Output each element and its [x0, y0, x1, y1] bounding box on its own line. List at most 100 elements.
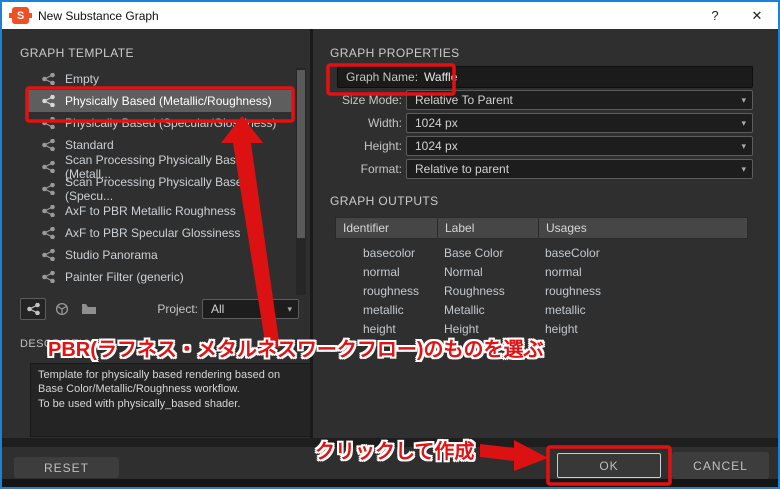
- panel-divider: [310, 29, 313, 446]
- cell-usages: metallic: [545, 302, 586, 317]
- folder-icon: [82, 304, 96, 314]
- height-label: Height:: [363, 139, 402, 153]
- bottom-strip: [2, 479, 778, 487]
- graph-node-icon: [42, 161, 55, 173]
- template-item-label: Physically Based (Specular/Glossiness): [65, 116, 277, 130]
- cell-label: Base Color: [444, 245, 504, 260]
- template-item-label: Studio Panorama: [65, 248, 158, 262]
- width-dropdown[interactable]: 1024 px ▾: [406, 113, 753, 133]
- graph-template-header: GRAPH TEMPLATE: [20, 46, 134, 60]
- table-row[interactable]: basecolor Base Color baseColor: [335, 243, 748, 262]
- template-item-label: Empty: [65, 72, 100, 86]
- graph-name-field[interactable]: Graph Name: Waffle: [337, 66, 753, 88]
- reset-button[interactable]: RESET: [14, 457, 119, 478]
- template-item-axf-metallic[interactable]: AxF to PBR Metallic Roughness: [26, 200, 294, 222]
- chevron-down-icon: ▾: [287, 303, 292, 314]
- ok-button[interactable]: OK: [557, 453, 661, 478]
- outputs-table: Identifier Label Usages basecolor Base Co…: [335, 217, 748, 338]
- template-item-pbr-metallic-roughness[interactable]: Physically Based (Metallic/Roughness): [26, 90, 294, 112]
- width-value: 1024 px: [415, 116, 458, 130]
- graph-name-value: Waffle: [424, 70, 458, 84]
- template-item-label: Painter Filter (generic): [65, 270, 184, 284]
- help-button[interactable]: ?: [694, 8, 736, 23]
- graph-name-label: Graph Name:: [346, 70, 419, 84]
- cell-identifier: basecolor: [363, 245, 416, 260]
- close-button[interactable]: ✕: [736, 8, 778, 24]
- graph-node-icon: [42, 249, 55, 261]
- graph-outputs-header: GRAPH OUTPUTS: [330, 194, 439, 208]
- cell-usages: normal: [545, 264, 582, 279]
- outputs-table-body: basecolor Base Color baseColor normal Norma…: [335, 239, 748, 338]
- outputs-table-header: Identifier Label Usages: [335, 217, 748, 239]
- table-row[interactable]: roughness Roughness roughness: [335, 281, 748, 300]
- description-line: Base Color/Metallic/Roughness workflow.: [38, 383, 240, 396]
- graph-node-icon: [26, 303, 40, 315]
- chevron-down-icon: ▾: [741, 163, 746, 174]
- format-label: Format:: [360, 162, 402, 176]
- graph-node-icon: [42, 205, 55, 217]
- column-label: Label: [438, 218, 539, 238]
- graph-node-icon: [42, 139, 55, 151]
- column-usages: Usages: [546, 221, 587, 235]
- template-item-scan-specular[interactable]: Scan Processing Physically Based (Specu.…: [26, 175, 294, 203]
- cell-usages: roughness: [545, 283, 602, 298]
- description-line: Template for physically based rendering …: [38, 369, 281, 381]
- template-item-label: Physically Based (Metallic/Roughness): [65, 94, 272, 108]
- cell-identifier: roughness: [363, 283, 420, 298]
- filter-packages-button[interactable]: [49, 298, 75, 320]
- size-mode-dropdown[interactable]: Relative To Parent ▾: [406, 90, 753, 110]
- graph-node-icon: [42, 271, 55, 283]
- cancel-button[interactable]: CANCEL: [672, 452, 769, 479]
- substance-app-icon: S: [9, 7, 32, 24]
- chevron-down-icon: ▾: [741, 117, 746, 128]
- template-item-empty[interactable]: Empty: [26, 68, 294, 90]
- graph-node-icon: [42, 73, 55, 85]
- width-label: Width:: [367, 116, 402, 130]
- graph-properties-header: GRAPH PROPERTIES: [330, 46, 460, 60]
- template-item-axf-specular[interactable]: AxF to PBR Specular Glossiness: [26, 222, 294, 244]
- cell-label: Metallic: [444, 302, 485, 317]
- cell-label: Normal: [444, 264, 483, 279]
- filter-graphs-button[interactable]: [20, 298, 46, 320]
- description-line: To be used with physically_based shader.: [38, 397, 241, 410]
- chevron-down-icon: ▾: [741, 140, 746, 151]
- table-row[interactable]: normal Normal normal: [335, 262, 748, 281]
- graph-node-icon: [42, 95, 55, 107]
- cell-identifier: metallic: [363, 302, 404, 317]
- template-item-painter-filter[interactable]: Painter Filter (generic): [26, 266, 294, 288]
- cell-usages: height: [545, 321, 578, 336]
- template-item-label: Standard: [65, 138, 114, 152]
- height-value: 1024 px: [415, 139, 458, 153]
- height-dropdown[interactable]: 1024 px ▾: [406, 136, 753, 156]
- project-label: Project:: [157, 302, 198, 316]
- size-mode-label: Size Mode:: [341, 93, 402, 107]
- package-sphere-icon: [55, 302, 69, 316]
- description-box: Template for physically based rendering …: [30, 363, 311, 437]
- cell-identifier: normal: [363, 264, 400, 279]
- template-item-label: AxF to PBR Metallic Roughness: [65, 204, 236, 218]
- window-title: New Substance Graph: [38, 8, 159, 23]
- project-dropdown[interactable]: All ▾: [202, 299, 299, 319]
- size-mode-value: Relative To Parent: [415, 93, 513, 107]
- cell-usages: baseColor: [545, 245, 600, 260]
- new-substance-graph-dialog: S New Substance Graph ? ✕ GRAPH TEMPLATE…: [0, 0, 780, 489]
- graph-node-icon: [42, 117, 55, 129]
- project-dropdown-value: All: [211, 302, 225, 316]
- format-dropdown[interactable]: Relative to parent ▾: [406, 159, 753, 179]
- graph-node-icon: [42, 227, 55, 239]
- template-list: Empty Physically Based (Metallic/Roughne…: [26, 68, 294, 288]
- title-bar: S New Substance Graph ? ✕: [2, 2, 778, 29]
- template-item-pbr-specular-glossiness[interactable]: Physically Based (Specular/Glossiness): [26, 112, 294, 134]
- template-item-studio-panorama[interactable]: Studio Panorama: [26, 244, 294, 266]
- annotation-click-note: クリックして作成: [315, 441, 475, 463]
- filter-folders-button[interactable]: [76, 298, 102, 320]
- template-item-label: AxF to PBR Specular Glossiness: [65, 226, 241, 240]
- annotation-select-note: PBR(ラフネス・メタルネスワークフロー)のものを選ぶ: [48, 339, 544, 361]
- format-value: Relative to parent: [415, 162, 510, 176]
- template-item-label: Scan Processing Physically Based (Specu.…: [65, 175, 250, 203]
- chevron-down-icon: ▾: [741, 94, 746, 105]
- cell-label: Roughness: [444, 283, 505, 298]
- table-row[interactable]: metallic Metallic metallic: [335, 300, 748, 319]
- graph-node-icon: [42, 183, 55, 195]
- column-identifier: Identifier: [336, 218, 438, 238]
